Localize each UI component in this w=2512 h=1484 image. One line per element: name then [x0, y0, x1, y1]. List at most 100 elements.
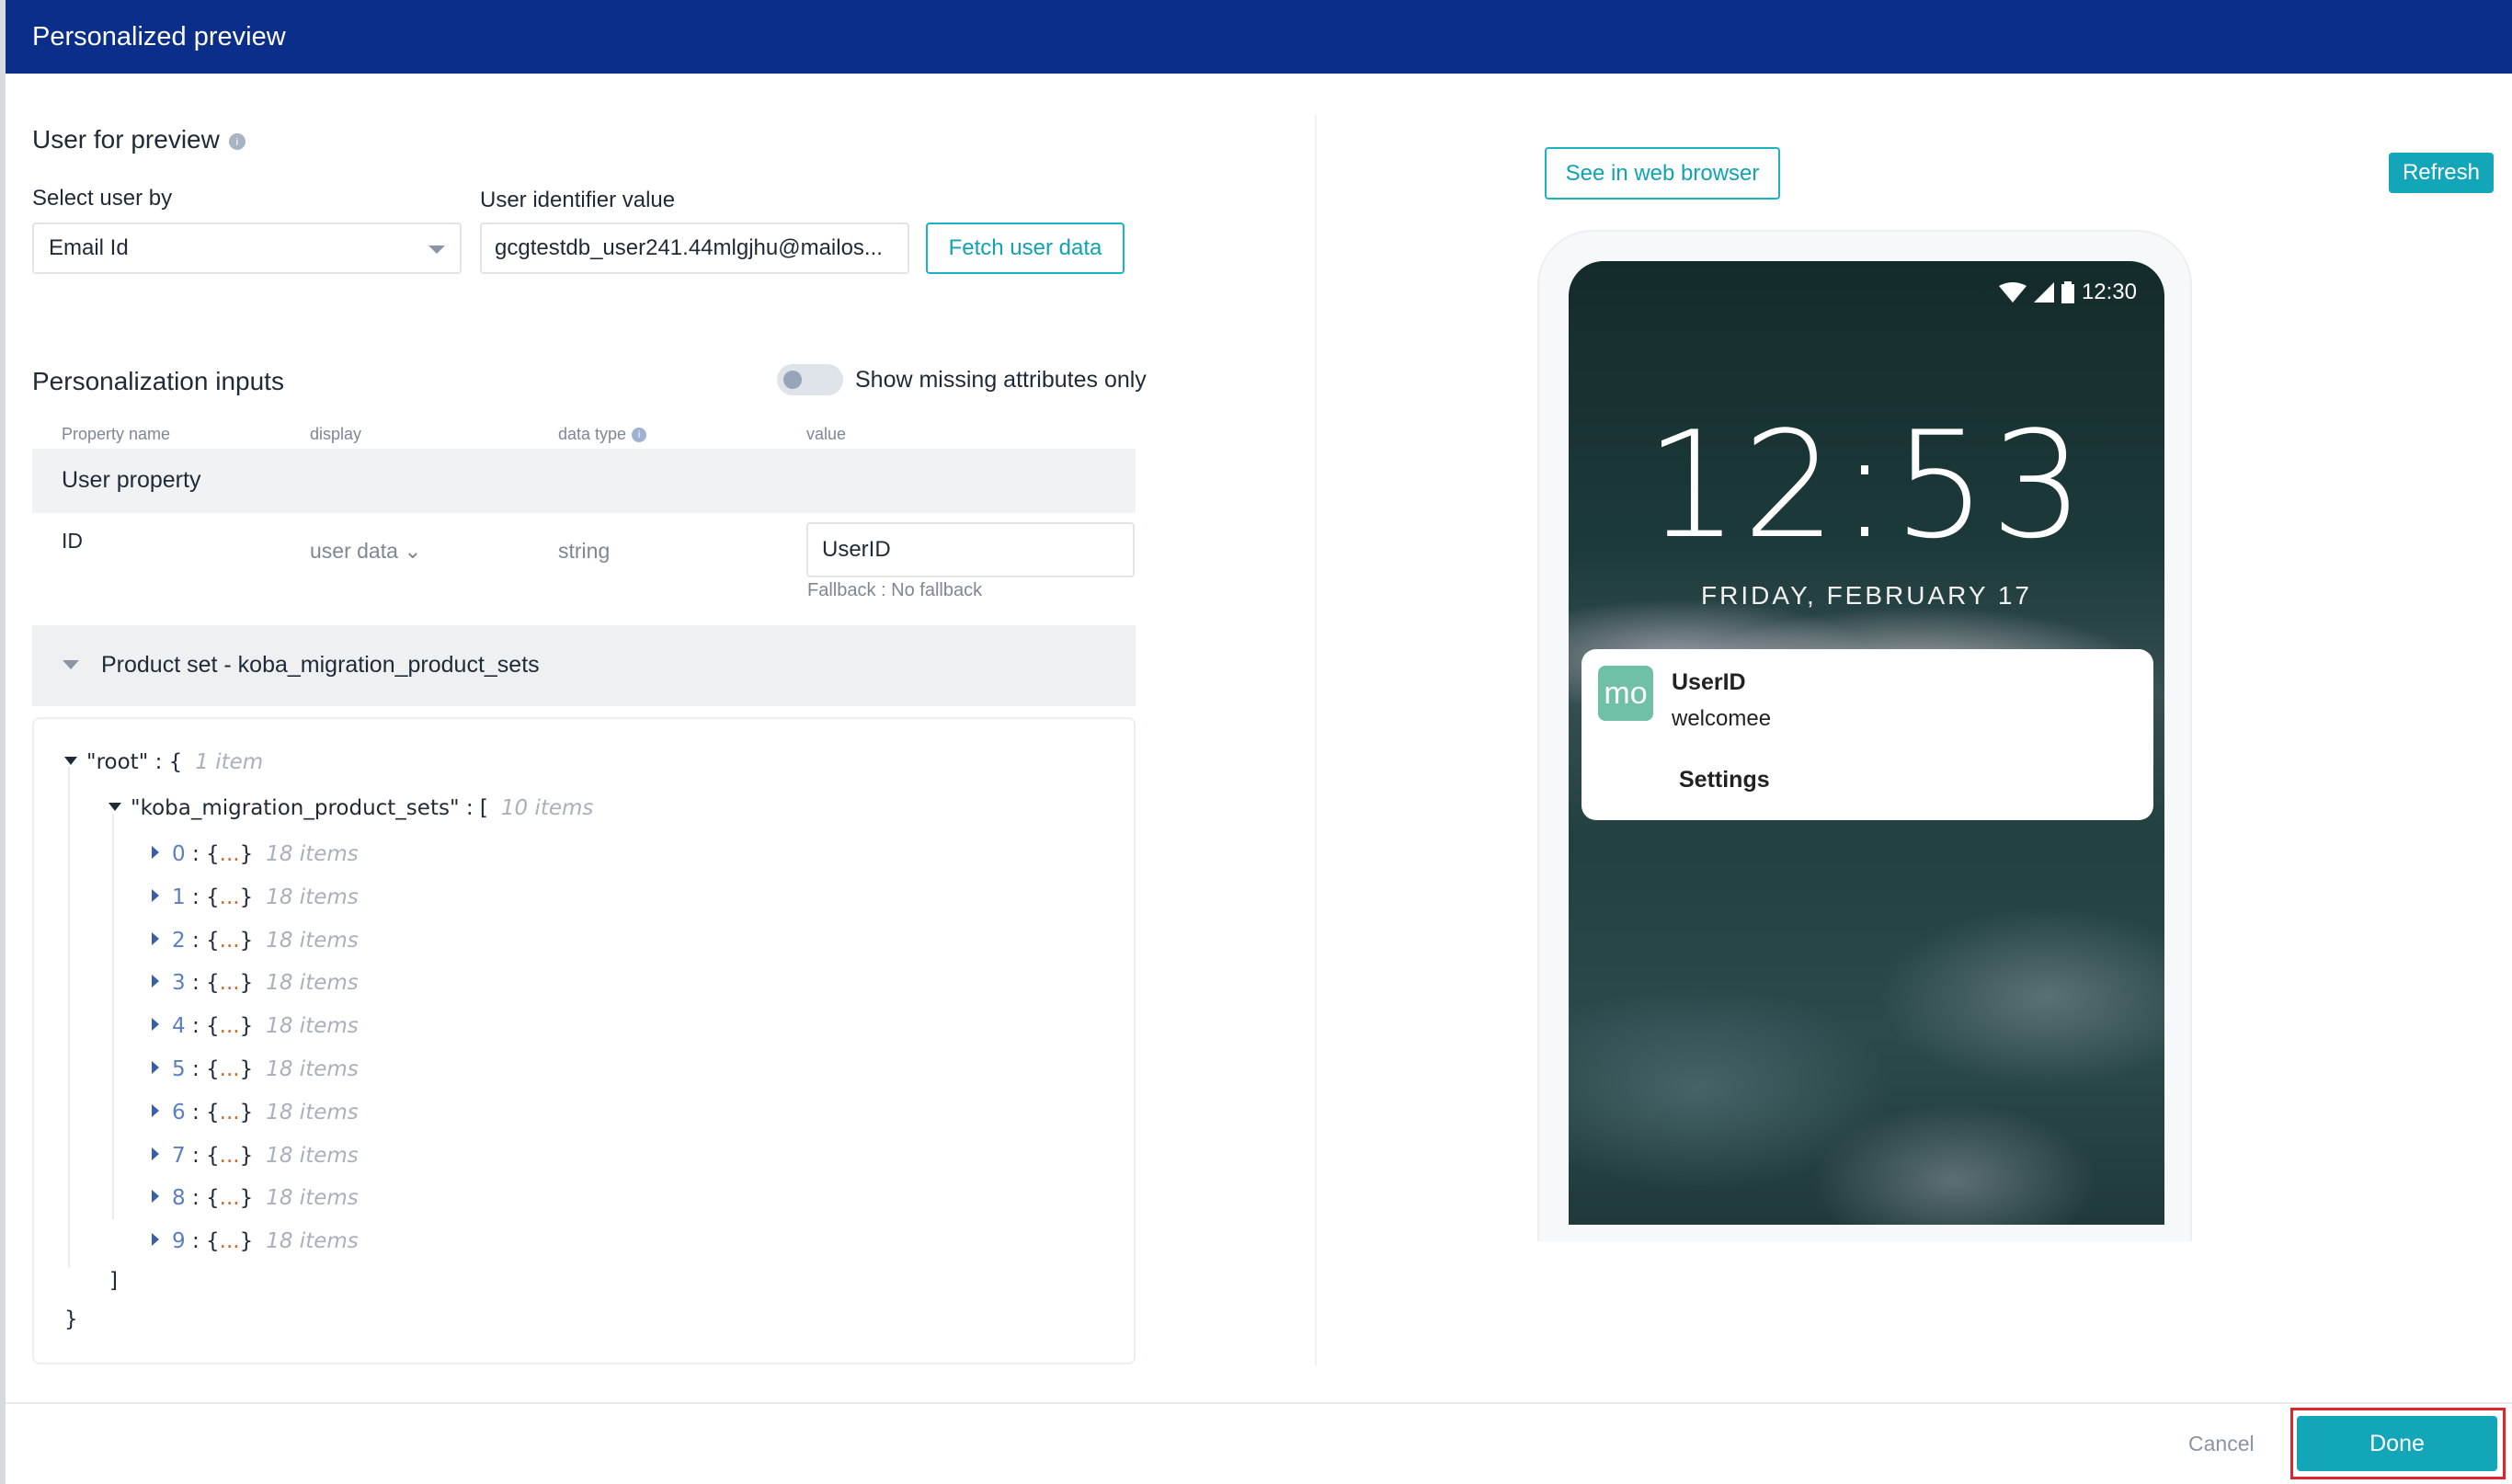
json-ellipsis[interactable]: ... — [220, 1144, 240, 1168]
json-viewer: "root" : {1 item "koba_migration_product… — [32, 717, 1136, 1364]
chevron-down-icon — [428, 245, 445, 254]
json-punct: : { — [185, 1100, 220, 1124]
json-item-count: 18 items — [266, 971, 359, 996]
expand-triangle-icon[interactable] — [152, 1147, 159, 1160]
expand-triangle-icon[interactable] — [108, 803, 121, 811]
user-property-group: User property — [32, 449, 1136, 513]
expand-triangle-icon[interactable] — [64, 757, 77, 765]
tree-guide — [112, 815, 114, 1219]
json-item-count: 18 items — [266, 885, 359, 909]
battery-icon — [2061, 281, 2074, 303]
json-punct: } — [239, 842, 254, 866]
panel-divider — [1315, 115, 1317, 1365]
json-ellipsis[interactable]: ... — [220, 885, 240, 909]
select-user-label: Select user by — [32, 186, 173, 211]
notification-settings-action[interactable]: Settings — [1679, 767, 1770, 793]
status-bar: 12:30 — [1998, 280, 2137, 305]
json-ellipsis[interactable]: ... — [220, 929, 240, 953]
json-ellipsis[interactable]: ... — [220, 842, 240, 866]
user-identifier-input[interactable]: gcgtestdb_user241.44mlgjhu@mailos... — [480, 223, 909, 274]
data-type: string — [558, 539, 611, 563]
notification-body: welcomee — [1672, 706, 1772, 731]
json-item-row[interactable]: 1 : {...} 18 items — [152, 885, 359, 909]
json-root-count: 1 item — [195, 750, 264, 774]
value-input[interactable]: UserID — [806, 522, 1135, 577]
display-value: user data — [310, 539, 398, 563]
json-item-count: 18 items — [266, 1186, 359, 1211]
json-child-row[interactable]: "koba_migration_product_sets" : [10 item… — [108, 796, 593, 820]
expand-triangle-icon[interactable] — [152, 931, 159, 945]
json-item-index: 8 — [172, 1186, 186, 1211]
json-array-close: ] — [109, 1269, 118, 1293]
wifi-icon — [1998, 282, 2027, 303]
cancel-button[interactable]: Cancel — [2188, 1432, 2255, 1456]
json-item-count: 18 items — [266, 1229, 359, 1254]
personalization-title: Personalization inputs — [32, 367, 284, 395]
expand-triangle-icon[interactable] — [152, 1018, 159, 1032]
json-item-row[interactable]: 6 : {...} 18 items — [152, 1101, 359, 1124]
expand-triangle-icon[interactable] — [152, 1103, 159, 1117]
product-set-row[interactable]: Product set - koba_migration_product_set… — [32, 625, 1136, 706]
expand-triangle-icon[interactable] — [152, 888, 159, 902]
expand-triangle-icon[interactable] — [152, 846, 159, 859]
see-in-web-browser-button[interactable]: See in web browser — [1545, 147, 1780, 200]
json-item-row[interactable]: 2 : {...} 18 items — [152, 929, 359, 953]
json-item-row[interactable]: 5 : {...} 18 items — [152, 1057, 359, 1081]
fetch-user-data-button[interactable]: Fetch user data — [926, 223, 1125, 274]
expand-triangle-icon[interactable] — [152, 975, 159, 988]
missing-attributes-toggle[interactable] — [777, 364, 843, 395]
json-ellipsis[interactable]: ... — [220, 1101, 240, 1124]
json-item-count: 18 items — [266, 1100, 359, 1124]
json-item-count: 18 items — [266, 1014, 359, 1039]
json-punct: : { — [185, 1229, 220, 1254]
push-notification[interactable]: mo UserID welcomee Settings — [1581, 649, 2153, 820]
json-child-count: 10 items — [500, 796, 594, 820]
json-item-row[interactable]: 4 : {...} 18 items — [152, 1014, 359, 1038]
json-item-row[interactable]: 8 : {...} 18 items — [152, 1186, 359, 1210]
json-item-index: 3 — [172, 971, 186, 996]
json-ellipsis[interactable]: ... — [220, 1229, 240, 1253]
json-punct: } — [239, 971, 254, 996]
json-ellipsis[interactable]: ... — [220, 1057, 240, 1081]
toggle-knob — [783, 371, 802, 389]
json-ellipsis[interactable]: ... — [220, 1014, 240, 1038]
identifier-label: User identifier value — [480, 188, 676, 212]
select-user-dropdown[interactable]: Email Id — [32, 223, 462, 274]
json-item-index: 4 — [172, 1014, 186, 1039]
json-item-index: 9 — [172, 1229, 186, 1254]
expand-triangle-icon[interactable] — [152, 1190, 159, 1204]
json-punct: } — [239, 1100, 254, 1124]
tree-guide — [68, 767, 70, 1268]
json-punct: : { — [185, 885, 220, 909]
json-object-close: } — [64, 1307, 78, 1331]
lockscreen-date: FRIDAY, FEBRUARY 17 — [1701, 581, 2032, 610]
json-ellipsis[interactable]: ... — [220, 971, 240, 995]
user-preview-title-text: User for preview — [32, 125, 220, 154]
expand-triangle-icon[interactable] — [152, 1061, 159, 1074]
json-root-row[interactable]: "root" : {1 item — [64, 750, 263, 774]
column-data-type-text: data type — [558, 425, 627, 443]
json-item-row[interactable]: 7 : {...} 18 items — [152, 1144, 359, 1168]
info-icon[interactable]: i — [632, 428, 647, 443]
column-display: display — [310, 425, 362, 443]
json-punct: : { — [185, 928, 220, 953]
expand-triangle-icon[interactable] — [152, 1233, 159, 1247]
json-item-row[interactable]: 0 : {...} 18 items — [152, 842, 359, 866]
info-icon[interactable]: i — [228, 132, 245, 150]
json-ellipsis[interactable]: ... — [220, 1186, 240, 1210]
done-button[interactable]: Done — [2297, 1416, 2497, 1471]
json-punct: : { — [185, 971, 220, 996]
collapse-triangle-icon[interactable] — [63, 660, 79, 669]
json-punct: } — [239, 1143, 254, 1168]
display-dropdown[interactable]: user data ⌄ — [310, 539, 422, 564]
dialog-header: Personalized preview — [6, 0, 2512, 74]
json-item-count: 18 items — [266, 928, 359, 953]
group-label: User property — [62, 467, 201, 493]
json-item-count: 18 items — [266, 1057, 359, 1081]
refresh-button[interactable]: Refresh — [2389, 153, 2494, 193]
json-item-row[interactable]: 9 : {...} 18 items — [152, 1229, 359, 1253]
chevron-down-icon: ⌄ — [404, 539, 422, 563]
json-item-count: 18 items — [266, 842, 359, 866]
json-item-row[interactable]: 3 : {...} 18 items — [152, 971, 359, 995]
json-item-count: 18 items — [266, 1143, 359, 1168]
